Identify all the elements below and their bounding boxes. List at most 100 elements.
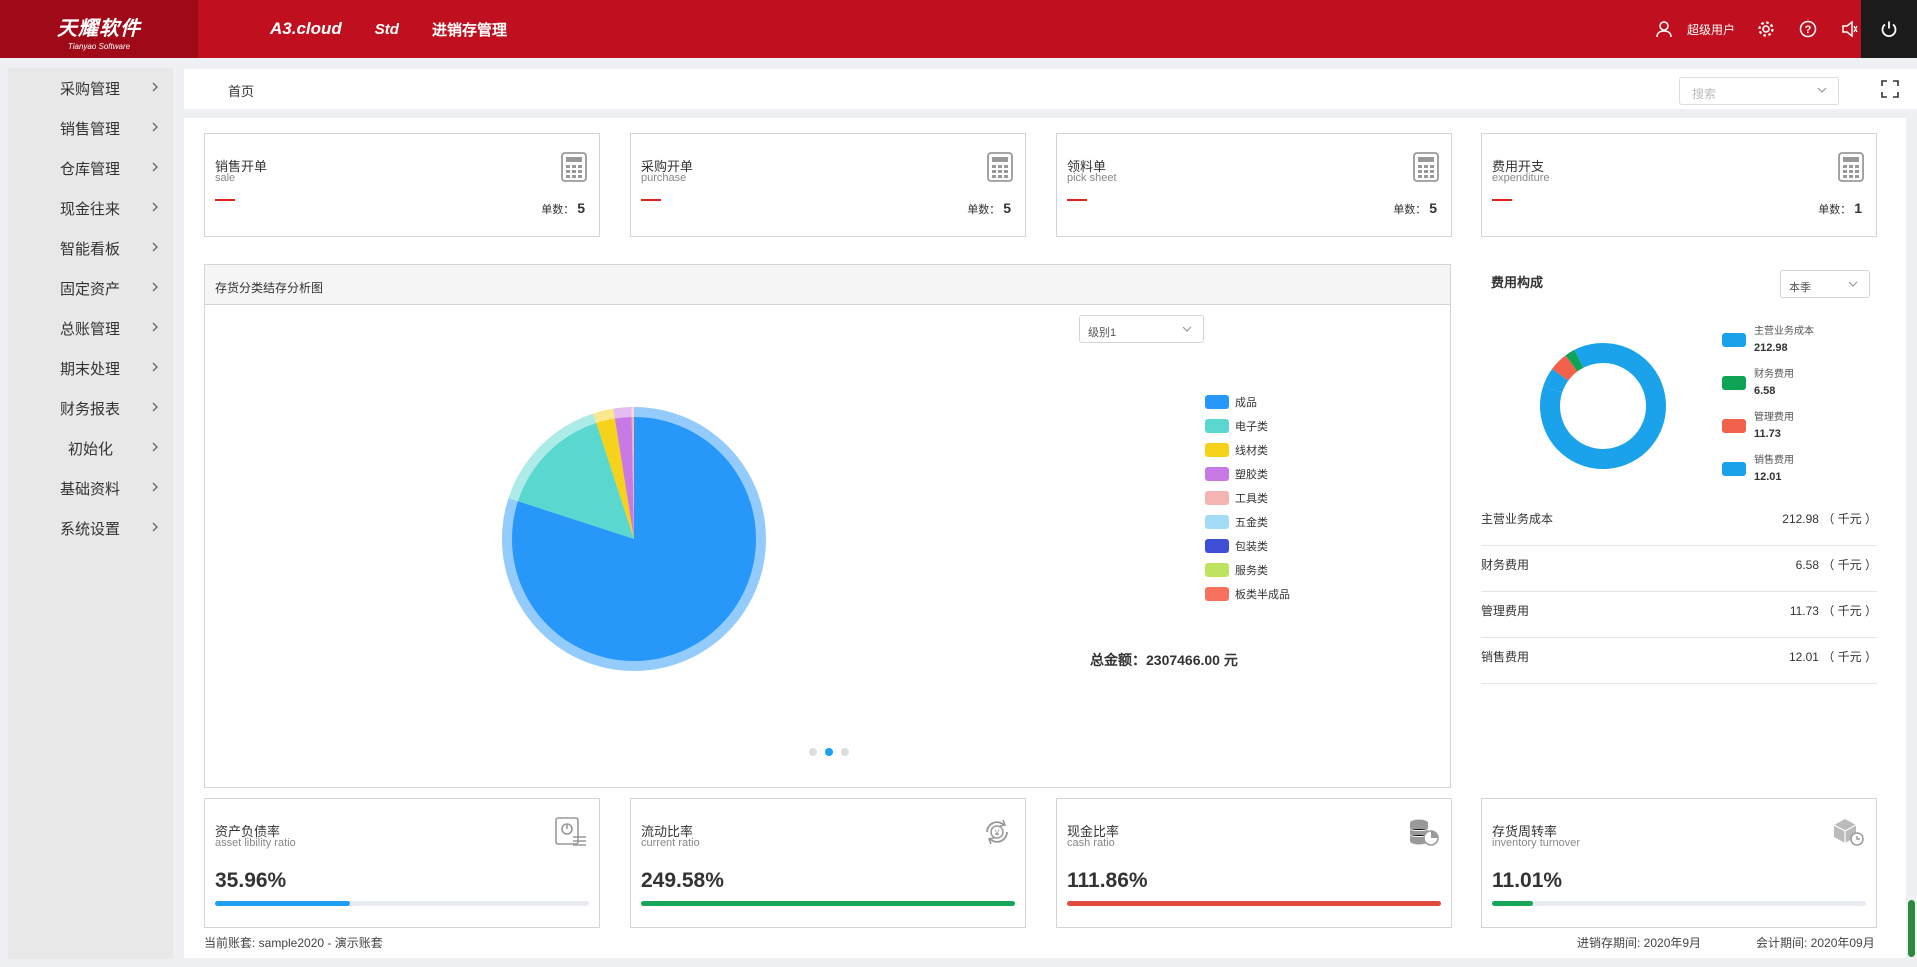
legend-item[interactable]: 塑胶类	[1205, 462, 1290, 486]
chevron-right-icon	[152, 122, 158, 132]
logo[interactable]: 天耀软件 Tianyao Software	[0, 0, 198, 58]
carousel-dot-active[interactable]	[825, 748, 833, 756]
scrollbar-thumb[interactable]	[1908, 900, 1915, 957]
package-icon	[1833, 819, 1864, 846]
ratio-value: 35.96%	[215, 869, 287, 892]
legend-swatch	[1205, 395, 1229, 409]
gear-icon[interactable]	[1755, 18, 1777, 40]
brand-label[interactable]: A3.cloud	[270, 19, 342, 39]
sidebar-item-dashboard[interactable]: 智能看板	[8, 228, 173, 268]
legend-swatch	[1205, 419, 1229, 433]
cost-legend-item[interactable]: 主营业务成本 212.98	[1722, 325, 1814, 368]
ratio-value: 11.01%	[1492, 869, 1563, 892]
legend-label: 板类半成品	[1235, 589, 1290, 601]
period-select-value: 本季	[1789, 282, 1811, 294]
module-label[interactable]: 进销存管理	[432, 19, 507, 40]
card-count: 单数： 5	[967, 200, 1011, 217]
legend-swatch	[1722, 419, 1746, 433]
yen-cycle-icon: ¥	[986, 819, 1008, 845]
user-name[interactable]: 超级用户	[1687, 21, 1735, 38]
legend-label: 线材类	[1235, 445, 1268, 457]
sidebar-item-fixed-assets[interactable]: 固定资产	[8, 268, 173, 308]
calculator-icon	[561, 152, 587, 182]
ratio-asset-liability[interactable]: 资产负债率 asset libility ratio 35.96%	[204, 798, 600, 928]
legend-swatch	[1205, 539, 1229, 553]
level-select[interactable]: 级别1	[1079, 315, 1204, 343]
count-label: 单数：	[1393, 204, 1427, 216]
legend-value: 11.73	[1754, 428, 1781, 440]
donut-segment[interactable]	[1532, 335, 1675, 478]
sidebar-item-warehouse[interactable]: 仓库管理	[8, 148, 173, 188]
card-expenditure[interactable]: 费用开支 expenditure 单数： 1	[1481, 133, 1877, 237]
carousel-dot[interactable]	[809, 748, 817, 756]
search-select[interactable]: 搜索	[1679, 77, 1839, 105]
inventory-legend: 成品 电子类线材类塑胶类工具类五金类包装类 服务类板类半成品	[1205, 390, 1290, 606]
cost-legend-item[interactable]: 销售费用 12.01	[1722, 454, 1814, 497]
legend-item[interactable]: 板类半成品	[1205, 582, 1290, 606]
legend-item[interactable]: 服务类	[1205, 558, 1290, 582]
cost-donut-chart[interactable]	[1528, 331, 1678, 481]
card-pick-sheet[interactable]: 领料单 pick sheet 单数： 5	[1056, 133, 1452, 237]
sidebar-item-label: 仓库管理	[60, 160, 121, 178]
legend-item[interactable]: 五金类	[1205, 510, 1290, 534]
sidebar-item-init[interactable]: 初始化	[8, 428, 173, 468]
ratio-progress-fill	[1067, 901, 1441, 906]
cost-row-label: 主营业务成本	[1481, 512, 1554, 526]
legend-item[interactable]: 成品	[1205, 390, 1290, 414]
legend-swatch	[1205, 563, 1229, 577]
cost-row-value: 12.01 （ 千元 ）	[1788, 650, 1877, 664]
sidebar-item-period-end[interactable]: 期末处理	[8, 348, 173, 388]
ratio-progress-track	[641, 901, 1015, 906]
sidebar-item-purchase[interactable]: 采购管理	[8, 68, 173, 108]
card-sale[interactable]: 销售开单 sale 单数： 5	[204, 133, 600, 237]
cost-legend-item[interactable]: 管理费用 11.73	[1722, 411, 1814, 454]
legend-item[interactable]: 线材类	[1205, 438, 1290, 462]
logo-subtext: Tianyao Software	[67, 42, 131, 51]
sidebar-item-label: 总账管理	[60, 320, 121, 338]
ratio-cash[interactable]: 现金比率 cash ratio 111.86%	[1056, 798, 1452, 928]
sidebar-item-settings[interactable]: 系统设置	[8, 508, 173, 548]
legend-item[interactable]: 电子类	[1205, 414, 1290, 438]
inventory-pie-chart[interactable]	[494, 399, 774, 679]
cost-row-value: 6.58 （ 千元 ）	[1795, 558, 1877, 572]
top-nav: A3.cloud Std 进销存管理	[270, 0, 507, 58]
legend-item[interactable]: 包装类	[1205, 534, 1290, 558]
sidebar-item-ledger[interactable]: 总账管理	[8, 308, 173, 348]
legend-item[interactable]: 工具类	[1205, 486, 1290, 510]
legend-label: 五金类	[1235, 517, 1268, 529]
carousel-dot[interactable]	[841, 748, 849, 756]
period-select[interactable]: 本季	[1780, 270, 1870, 298]
legend-label: 塑胶类	[1235, 469, 1268, 481]
legend-swatch	[1205, 467, 1229, 481]
cost-legend-item[interactable]: 财务费用 6.58	[1722, 368, 1814, 411]
chevron-down-icon	[1848, 281, 1858, 287]
power-button[interactable]	[1861, 0, 1917, 58]
sidebar-item-sales[interactable]: 销售管理	[8, 108, 173, 148]
cost-row: 主营业务成本 212.98 （ 千元 ）	[1481, 500, 1877, 546]
svg-text:?: ?	[1805, 24, 1812, 36]
legend-swatch	[1205, 443, 1229, 457]
edition-label[interactable]: Std	[375, 21, 399, 38]
chevron-down-icon	[1182, 326, 1192, 332]
sidebar-item-reports[interactable]: 财务报表	[8, 388, 173, 428]
user-icon[interactable]	[1653, 18, 1675, 40]
speaker-icon[interactable]: 1	[1839, 8, 1871, 40]
ratio-inventory-turnover[interactable]: 存货周转率 inventory turnover 11.01%	[1481, 798, 1877, 928]
chevron-right-icon	[152, 482, 158, 492]
sidebar-item-cash[interactable]: 现金往来	[8, 188, 173, 228]
ratio-value: 111.86%	[1067, 869, 1148, 892]
ratio-progress-track	[215, 901, 589, 906]
ratio-current[interactable]: 流动比率 current ratio ¥ 249.58%	[630, 798, 1026, 928]
help-icon[interactable]: ?	[1797, 18, 1819, 40]
chevron-right-icon	[152, 322, 158, 332]
sidebar-item-base-data[interactable]: 基础资料	[8, 468, 173, 508]
fullscreen-icon[interactable]	[1881, 80, 1899, 98]
sidebar-item-label: 固定资产	[60, 280, 121, 298]
ratio-progress-fill	[1492, 901, 1534, 906]
breadcrumb-home[interactable]: 首页	[228, 81, 254, 100]
cost-title: 费用构成	[1491, 275, 1544, 290]
chevron-right-icon	[152, 202, 158, 212]
card-purchase[interactable]: 采购开单 purchase 单数： 5	[630, 133, 1026, 237]
card-count: 单数： 5	[1393, 200, 1437, 217]
card-dash	[215, 199, 235, 201]
